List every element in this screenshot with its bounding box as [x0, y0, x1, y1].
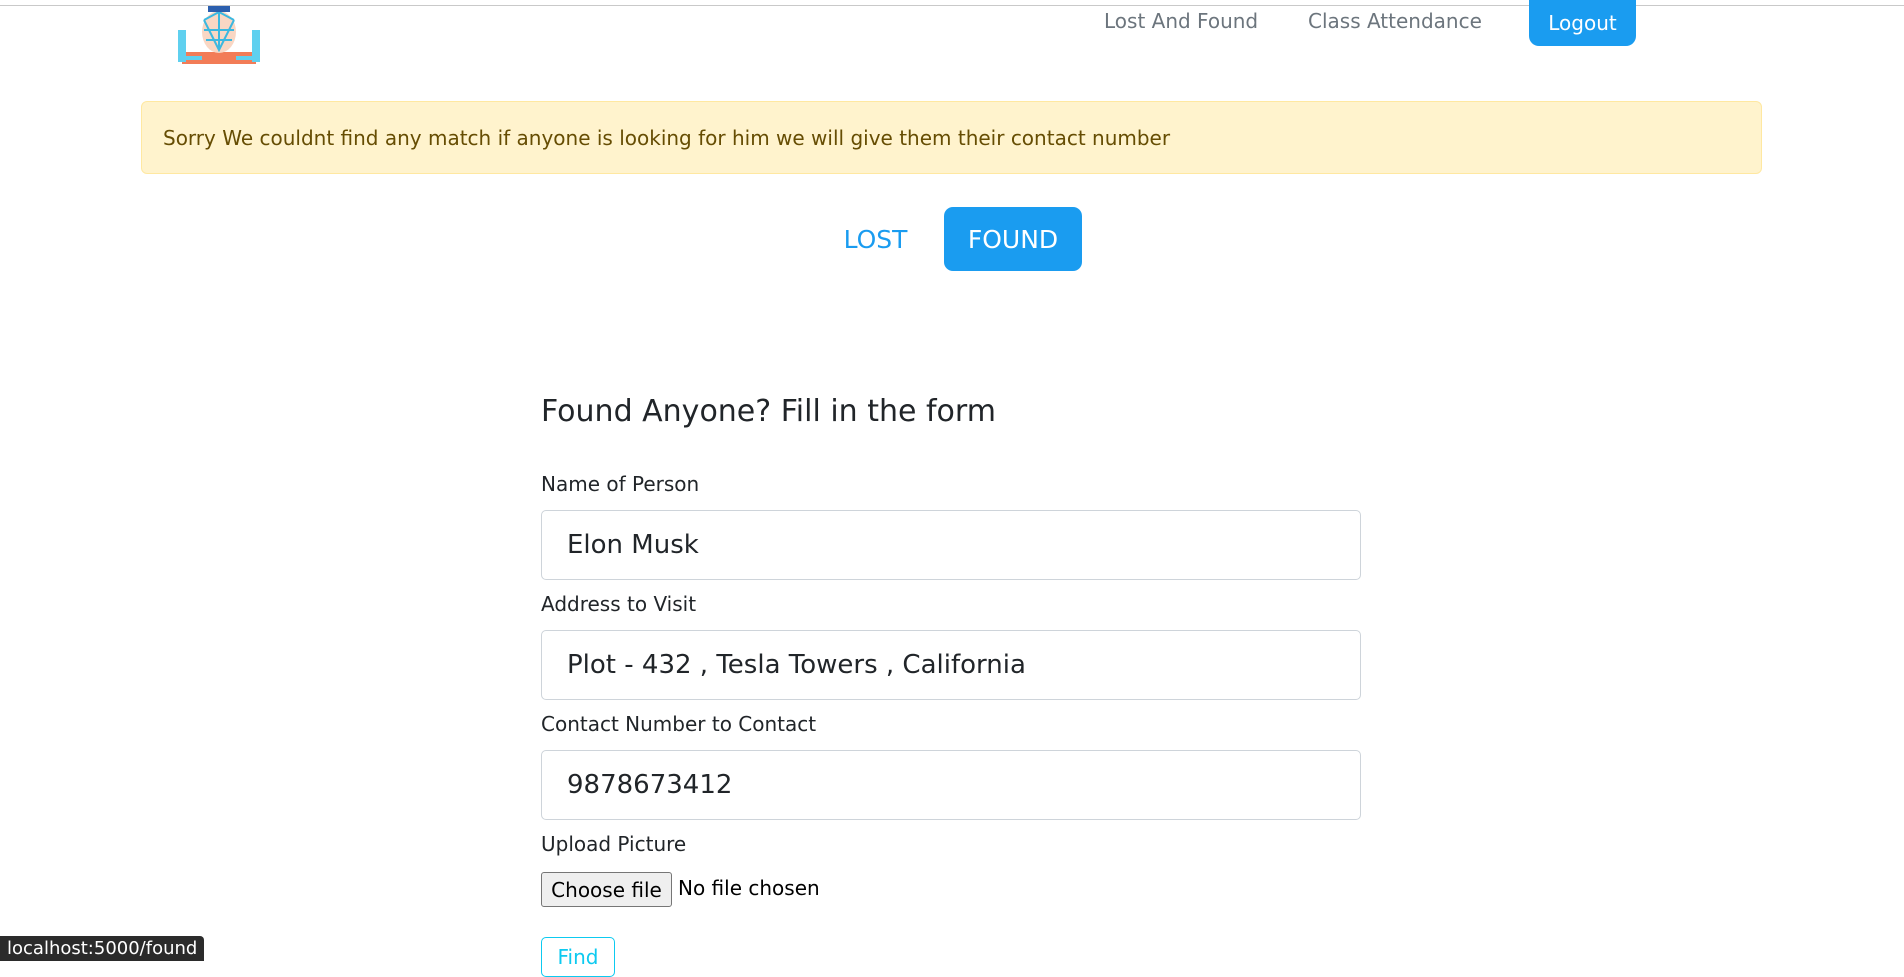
nav-class-attendance[interactable]: Class Attendance [1308, 9, 1482, 33]
upload-label: Upload Picture [541, 832, 687, 856]
tab-lost[interactable]: LOST [828, 207, 923, 271]
file-status-text: No file chosen [678, 876, 820, 900]
no-match-alert: Sorry We couldnt find any match if anyon… [141, 101, 1762, 174]
name-label: Name of Person [541, 472, 700, 496]
alert-message: Sorry We couldnt find any match if anyon… [163, 125, 1171, 150]
contact-input[interactable] [541, 750, 1361, 820]
nav-lost-and-found[interactable]: Lost And Found [1104, 9, 1258, 33]
address-label: Address to Visit [541, 592, 697, 616]
name-input[interactable] [541, 510, 1361, 580]
face-scan-logo-icon[interactable] [178, 6, 260, 64]
form-title: Found Anyone? Fill in the form [541, 394, 996, 429]
tab-found[interactable]: FOUND [944, 207, 1082, 271]
browser-status-url: localhost:5000/found [0, 936, 205, 961]
choose-file-button[interactable]: Choose file [541, 872, 672, 907]
contact-label: Contact Number to Contact [541, 712, 817, 736]
find-button[interactable]: Find [541, 937, 615, 977]
logout-button[interactable]: Logout [1529, 0, 1636, 46]
address-input[interactable] [541, 630, 1361, 700]
